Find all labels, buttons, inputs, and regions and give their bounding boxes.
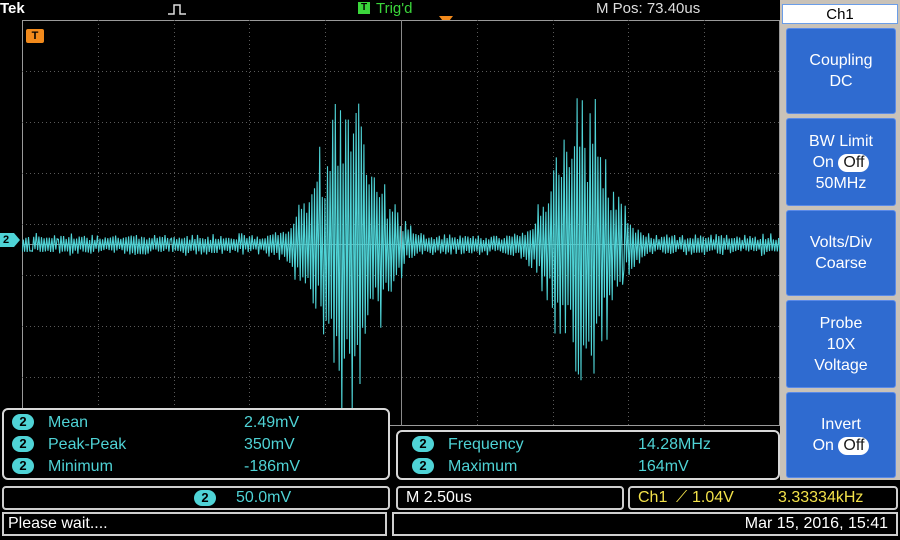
trigger-time-marker[interactable]: T [26,29,44,43]
bw-limit-label: BW Limit [809,132,873,150]
channel-scale: 50.0mV [236,489,292,506]
bw-limit-on: On [812,153,834,171]
top-status-bar: Tek T Trig'd M Pos: 73.40us [0,0,780,20]
trigger-source: Ch1 [638,489,668,506]
invert-off-pill: Off [838,437,870,455]
trigger-slope-icon: ⟋ [676,489,688,506]
trigger-indicator-icon: T [358,2,370,14]
trigger-frequency: 3.33334kHz [778,489,864,506]
measurement-row[interactable]: 2 Frequency 14.28MHz [412,436,772,458]
single-pulse-icon [168,4,186,15]
waveform-display[interactable] [22,20,780,426]
brand-logo: Tek [0,0,25,17]
measurement-label: Frequency [448,436,524,453]
channel-badge: 2 [412,436,434,452]
date-time: Mar 15, 2016, 15:41 [392,512,898,536]
channel-scale-readout[interactable]: 2 50.0mV [2,486,390,510]
menu-title: Ch1 [782,4,898,24]
volts-div-value: Coarse [815,255,867,272]
trigger-status: Trig'd [376,0,413,17]
trigger-readout[interactable]: Ch1 ⟋ 1.04V 3.33334kHz [628,486,898,510]
measurement-row[interactable]: 2 Mean 2.49mV [12,414,382,436]
invert-button[interactable]: Invert On Off [786,392,896,478]
channel-badge: 2 [12,458,34,474]
measurement-label: Minimum [48,458,113,475]
coupling-value: DC [829,73,853,90]
channel-badge: 2 [12,414,34,430]
bw-limit-value: 50MHz [815,174,867,192]
measurement-label: Maximum [448,458,518,475]
bw-limit-off-pill: Off [838,153,870,172]
ch2-waveform-trace [22,98,780,418]
measurement-label: Mean [48,414,89,431]
measurements-panel-left: 2 Mean 2.49mV 2 Peak-Peak 350mV 2 Minimu… [2,408,390,480]
probe-type: Voltage [814,356,868,374]
measurement-row[interactable]: 2 Peak-Peak 350mV [12,436,382,458]
timebase-readout[interactable]: M 2.50us [396,486,624,510]
timebase: M 2.50us [406,489,472,506]
measurement-value: -186mV [244,458,301,475]
measurement-value: 350mV [244,436,295,453]
volts-div-button[interactable]: Volts/Div Coarse [786,210,896,296]
bw-limit-button[interactable]: BW Limit On Off 50MHz [786,118,896,206]
channel-badge: 2 [412,458,434,474]
status-message: Please wait.... [2,512,387,536]
probe-attenuation: 10X [826,335,856,353]
channel-2-ground-marker[interactable]: 2 [0,233,20,247]
measurement-value: 14.28MHz [638,436,711,453]
horizontal-position[interactable]: M Pos: 73.40us [596,0,700,17]
volts-div-label: Volts/Div [809,234,873,251]
invert-label: Invert [820,416,861,433]
probe-label: Probe [819,314,863,332]
coupling-label: Coupling [809,52,873,69]
trigger-level: 1.04V [692,489,734,506]
channel-badge: 2 [194,490,216,506]
measurement-row[interactable]: 2 Maximum 164mV [412,458,772,480]
graticule [22,20,780,426]
probe-button[interactable]: Probe 10X Voltage [786,300,896,388]
measurement-row[interactable]: 2 Minimum -186mV [12,458,382,480]
measurements-panel-right: 2 Frequency 14.28MHz 2 Maximum 164mV [396,430,780,480]
coupling-button[interactable]: Coupling DC [786,28,896,114]
measurement-value: 164mV [638,458,689,475]
measurement-value: 2.49mV [244,414,300,431]
invert-on: On [812,437,834,454]
channel-badge: 2 [12,436,34,452]
measurement-label: Peak-Peak [48,436,127,453]
